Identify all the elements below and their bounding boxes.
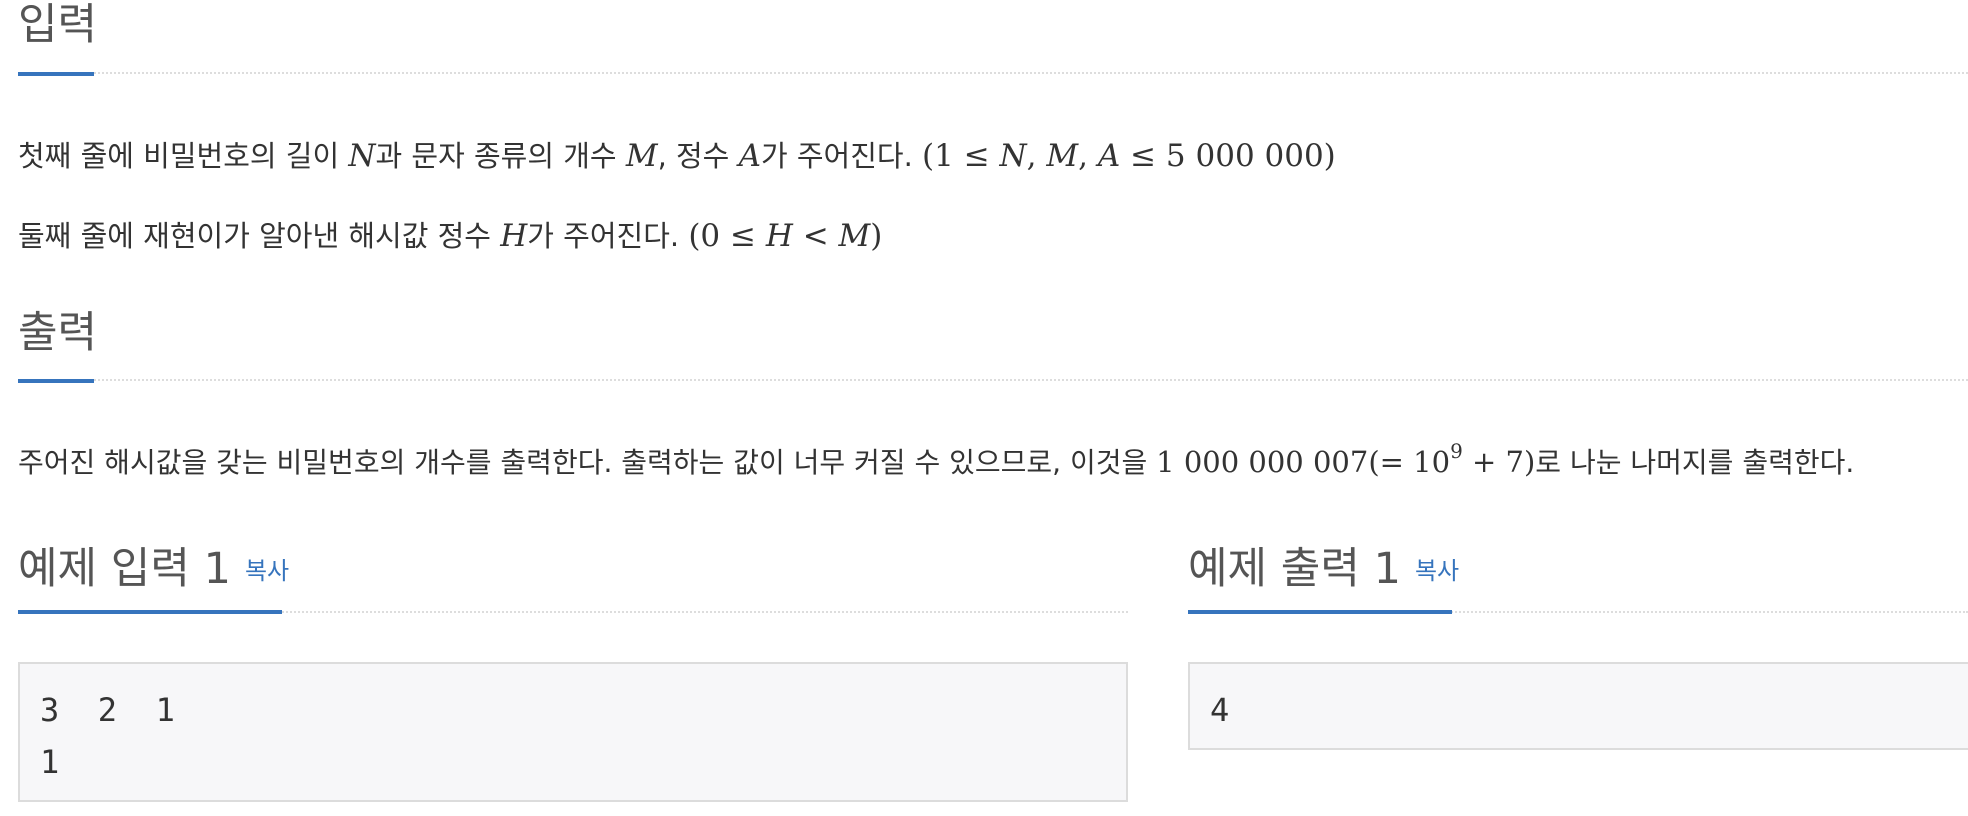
math-segment: < [792,218,839,254]
math-var-n: N [348,138,376,174]
math-segment: (0 ≤ [688,218,766,254]
input-line-1: 첫째 줄에 비밀번호의 길이 N과 문자 종류의 개수 M, 정수 A가 주어진… [18,141,1336,172]
sample-input-title: 예제 입력 1 [18,544,231,594]
math-var-h: H [765,218,793,254]
math-segment: , [1078,138,1098,174]
math-var-h: H [500,218,528,254]
sample-output-underline [1188,610,1452,614]
sample-input-underline [18,610,282,614]
sample-output-copy-link[interactable]: 복사 [1415,557,1459,585]
sample-output-heading: 예제 출력 1 복사 [1188,548,1459,591]
sample-input-box[interactable]: 3 2 1 1 [18,662,1128,802]
math-segment: (1 ≤ [922,138,1000,174]
math-segment-b: + 7) [1462,445,1536,479]
text-segment: 가 주어진다. [760,139,923,173]
text-segment: 과 문자 종류의 개수 [375,139,626,173]
math-var-a: A [738,138,761,174]
text-segment: 가 주어진다. [527,219,689,253]
sample-output-title: 예제 출력 1 [1188,544,1401,594]
math-segment-a: 1 000 000 007(= 10 [1156,445,1451,479]
sample-output-content: 4 [1210,691,1230,729]
math-var-m: M [838,218,871,254]
math-exponent: 9 [1450,439,1463,463]
math-var-m: M [625,138,658,174]
text-segment: , 정수 [657,139,739,173]
math-segment: ≤ 5 000 000) [1120,138,1336,174]
input-line-2: 둘째 줄에 재현이가 알아낸 해시값 정수 H가 주어진다. (0 ≤ H < … [18,221,882,252]
text-segment: 첫째 줄에 비밀번호의 길이 [18,139,349,173]
math-var-m: M [1046,138,1079,174]
output-section-divider [18,379,1968,381]
math-segment: ) [870,218,883,254]
text-segment: 둘째 줄에 재현이가 알아낸 해시값 정수 [18,219,501,253]
input-section-title: 입력 [18,0,98,50]
math-segment: 1 000 000 007(= 109 + 7) [1156,441,1536,479]
output-line-1: 주어진 해시값을 갖는 비밀번호의 개수를 출력한다. 출력하는 값이 너무 커… [18,441,1855,479]
sample-input-content: 3 2 1 1 [40,691,175,781]
math-segment: , [1026,138,1047,174]
text-segment: 주어진 해시값을 갖는 비밀번호의 개수를 출력한다. 출력하는 값이 너무 커… [18,446,1157,479]
sample-input-copy-link[interactable]: 복사 [245,557,289,585]
sample-output-box[interactable]: 4 [1188,662,1968,750]
math-var-n: N [999,138,1027,174]
input-section-divider [18,72,1968,74]
math-var-a: A [1097,138,1121,174]
input-section-underline [18,72,94,76]
output-section-underline [18,379,94,383]
sample-input-heading: 예제 입력 1 복사 [18,548,289,591]
text-segment: 로 나눈 나머지를 출력한다. [1535,446,1855,479]
output-section-title: 출력 [18,308,98,358]
